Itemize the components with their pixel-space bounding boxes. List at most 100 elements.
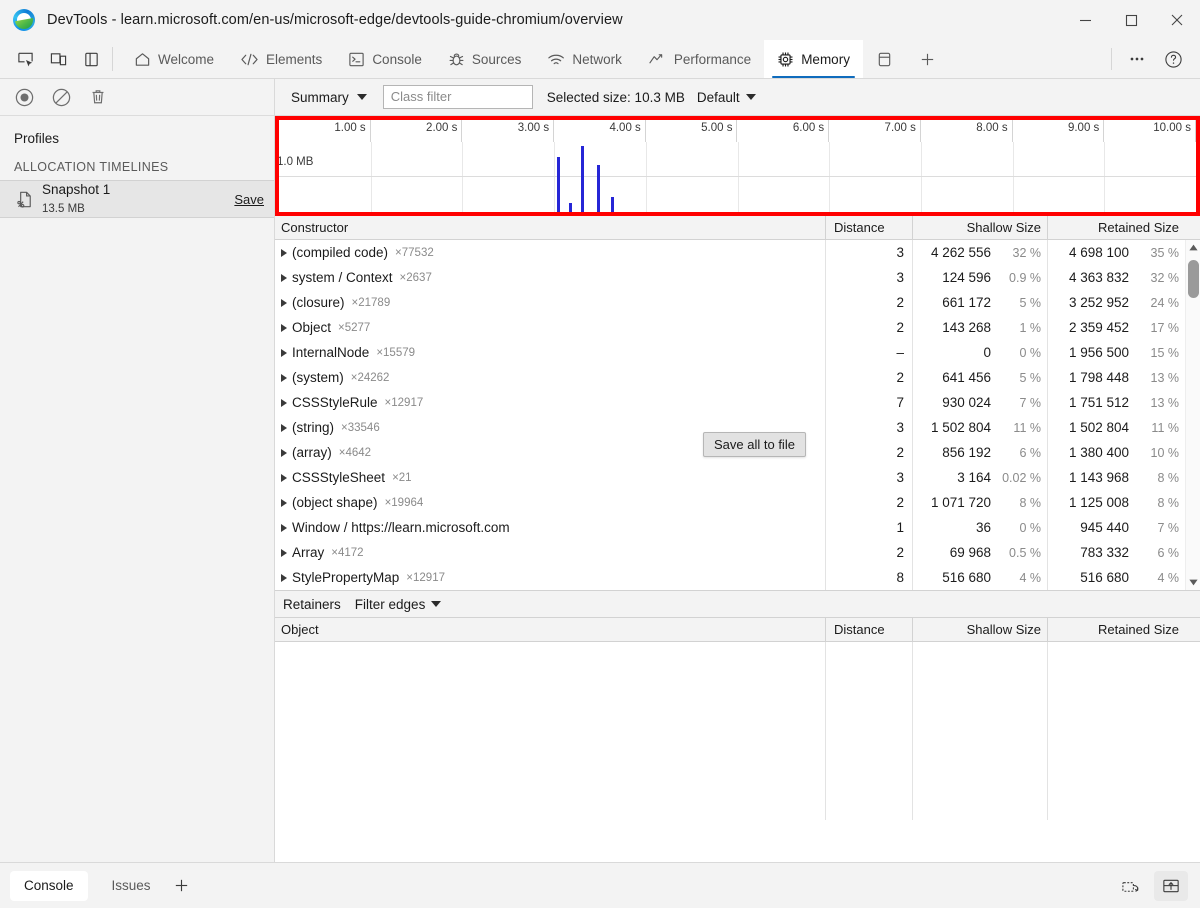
constructor-name: (string): [292, 420, 335, 435]
tab-performance[interactable]: Performance: [635, 40, 764, 78]
minimize-button[interactable]: [1062, 0, 1108, 40]
gridline: [1012, 142, 1014, 212]
column-header-distance[interactable]: Distance: [826, 618, 913, 641]
view-mode-select[interactable]: Summary: [283, 90, 375, 105]
tab-label: Network: [572, 51, 622, 67]
cell-retained-size: 3 252 952 24 %: [1048, 290, 1185, 315]
add-tab-button[interactable]: [906, 40, 949, 78]
cell-constructor: (system) ×24262: [275, 365, 826, 390]
shallow-size-percent: 5 %: [1019, 370, 1041, 385]
memory-chip-icon: [777, 51, 794, 68]
shallow-size-value: 641 456: [942, 370, 991, 385]
maximize-button[interactable]: [1108, 0, 1154, 40]
close-button[interactable]: [1154, 0, 1200, 40]
expand-triangle-icon[interactable]: [281, 448, 287, 457]
expand-triangle-icon[interactable]: [281, 273, 287, 282]
delete-button[interactable]: [88, 87, 108, 107]
expand-triangle-icon[interactable]: [281, 398, 287, 407]
restore-drawer-icon[interactable]: [1114, 871, 1148, 901]
xtick-label: 9.00 s: [1067, 122, 1100, 134]
retained-size-value: 1 502 804: [1068, 420, 1129, 435]
column-header-object[interactable]: Object: [275, 618, 826, 641]
class-filter-input[interactable]: Class filter: [382, 85, 533, 109]
more-options-button[interactable]: [1120, 42, 1154, 76]
device-emulation-icon[interactable]: [43, 44, 73, 74]
retained-size-percent: 13 %: [1150, 395, 1180, 410]
column-header-constructor[interactable]: Constructor: [275, 216, 826, 239]
table-row[interactable]: (closure) ×21789 2 661 172 5 % 3 252 952 24 %: [275, 290, 1200, 315]
retained-size-value: 4 363 832: [1068, 270, 1129, 285]
help-button[interactable]: [1156, 42, 1190, 76]
gridline: [737, 142, 739, 212]
filter-edges-label: Filter edges: [354, 596, 426, 612]
cell-shallow-size: 1 071 720 8 %: [913, 490, 1048, 515]
tab-sources[interactable]: Sources: [435, 40, 535, 78]
dock-drawer-icon[interactable]: [1154, 870, 1188, 901]
expand-triangle-icon[interactable]: [281, 498, 287, 507]
table-row[interactable]: (system) ×24262 2 641 456 5 % 1 798 448 13 %: [275, 365, 1200, 390]
column-header-retained-size[interactable]: Retained Size: [1048, 618, 1185, 641]
profile-save-link[interactable]: Save: [234, 192, 264, 207]
column-header-shallow-size[interactable]: Shallow Size: [913, 216, 1048, 239]
column-header-distance[interactable]: Distance: [826, 216, 913, 239]
tab-application[interactable]: [863, 40, 906, 78]
profile-item-snapshot-1[interactable]: Snapshot 1 13.5 MB Save: [0, 180, 274, 218]
shallow-size-percent: 11 %: [1013, 420, 1041, 435]
scroll-down-arrow-icon[interactable]: [1186, 575, 1200, 590]
xtick-label: 8.00 s: [976, 122, 1008, 134]
chevron-down-icon: [356, 94, 367, 100]
clear-button[interactable]: [51, 87, 72, 108]
expand-triangle-icon[interactable]: [281, 323, 287, 332]
expand-triangle-icon[interactable]: [281, 523, 287, 532]
cell-constructor: CSSStyleSheet ×21: [275, 465, 826, 490]
constructor-count: ×12917: [384, 396, 424, 409]
retainers-title: Retainers: [283, 596, 341, 612]
expand-triangle-icon[interactable]: [281, 473, 287, 482]
expand-triangle-icon[interactable]: [281, 298, 287, 307]
tab-network[interactable]: Network: [534, 40, 635, 78]
allocation-timeline-overview[interactable]: 1.00 s 2.00 s 3.00 s 4.00 s 5.00 s 6.00 …: [275, 116, 1200, 216]
table-row[interactable]: Object ×5277 2 143 268 1 % 2 359 452 17 %: [275, 315, 1200, 340]
retained-size-value: 3 252 952: [1068, 295, 1129, 310]
tab-console[interactable]: Console: [335, 40, 435, 78]
tab-welcome[interactable]: Welcome: [121, 40, 227, 78]
drawer-tab-console[interactable]: Console: [10, 870, 88, 901]
drawer-add-tab-button[interactable]: [165, 871, 199, 901]
dock-side-icon[interactable]: [76, 44, 106, 74]
inspect-element-icon[interactable]: [10, 44, 40, 74]
expand-triangle-icon[interactable]: [281, 548, 287, 557]
table-row[interactable]: (compiled code) ×77532 3 4 262 556 32 % 4 698…: [275, 240, 1200, 265]
table-row[interactable]: CSSStyleRule ×12917 7 930 024 7 % 1 751 512 13…: [275, 390, 1200, 415]
table-row[interactable]: Array ×4172 2 69 968 0.5 % 783 332 6 %: [275, 540, 1200, 565]
drawer-tab-issues[interactable]: Issues: [98, 871, 165, 901]
tab-elements[interactable]: Elements: [227, 40, 335, 78]
base-snapshot-select[interactable]: Default: [697, 90, 756, 105]
table-row[interactable]: InternalNode ×15579 – 0 0 % 1 956 500 15 %: [275, 340, 1200, 365]
expand-triangle-icon[interactable]: [281, 248, 287, 257]
scrollbar-thumb[interactable]: [1188, 260, 1199, 298]
constructors-scrollbar[interactable]: [1185, 240, 1200, 590]
cell-shallow-size: 36 0 %: [913, 515, 1048, 540]
table-row[interactable]: StylePropertyMap ×12917 8 516 680 4 % 516 680…: [275, 565, 1200, 590]
table-row[interactable]: Window / https://learn.microsoft.com 1 36 0…: [275, 515, 1200, 540]
expand-triangle-icon[interactable]: [281, 373, 287, 382]
scroll-up-arrow-icon[interactable]: [1186, 240, 1200, 255]
code-brackets-icon: [240, 51, 259, 68]
retainers-table-header: Object Distance Shallow Size Retained Si…: [275, 618, 1200, 642]
retained-size-value: 1 798 448: [1068, 370, 1129, 385]
table-row[interactable]: CSSStyleSheet ×21 3 3 164 0.02 % 1 143 968 8 %: [275, 465, 1200, 490]
expand-triangle-icon[interactable]: [281, 573, 287, 582]
expand-triangle-icon[interactable]: [281, 348, 287, 357]
column-header-retained-size[interactable]: Retained Size: [1048, 216, 1185, 239]
cell-retained-size: 783 332 6 %: [1048, 540, 1185, 565]
xtick-label: 5.00 s: [701, 122, 733, 134]
record-button[interactable]: [14, 87, 35, 108]
filter-edges-select[interactable]: Filter edges: [355, 597, 442, 612]
constructor-name: (object shape): [292, 495, 378, 510]
table-row[interactable]: system / Context ×2637 3 124 596 0.9 % 4 363 …: [275, 265, 1200, 290]
column-header-shallow-size[interactable]: Shallow Size: [913, 618, 1048, 641]
tab-memory[interactable]: Memory: [764, 40, 863, 78]
table-row[interactable]: (object shape) ×19964 2 1 071 720 8 % 1 125 0…: [275, 490, 1200, 515]
cell-distance: 3: [826, 465, 913, 490]
expand-triangle-icon[interactable]: [281, 423, 287, 432]
